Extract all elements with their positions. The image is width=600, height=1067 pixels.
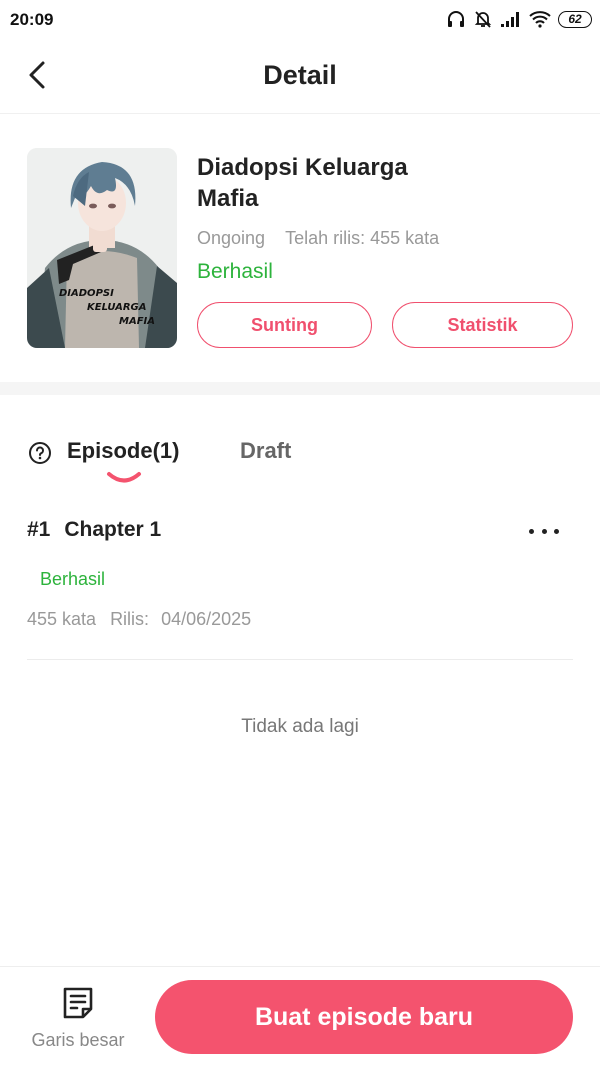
signal-icon [501, 12, 519, 27]
episode-number: #1 [27, 518, 51, 541]
list-end-text: Tidak ada lagi [241, 716, 359, 737]
episode-meta: 455 kata Rilis: 04/06/2025 [27, 609, 251, 630]
status-icons: 62 [446, 9, 592, 29]
outline-button[interactable]: Garis besar [22, 983, 134, 1057]
book-released-count: Telah rilis: 455 kata [285, 228, 440, 248]
episode-tabs: Episode(1) Draft [0, 395, 600, 495]
tab-episode[interactable]: Episode(1) [67, 438, 179, 464]
cover-title-line3: MAFIA [119, 316, 155, 327]
episode-release-label: Rilis: [110, 609, 150, 629]
active-tab-indicator [107, 472, 141, 483]
edit-button[interactable]: Sunting [197, 302, 372, 348]
episode-title: Chapter 1 [64, 518, 162, 541]
outline-label: Garis besar [31, 1030, 125, 1050]
book-card: DIADOPSI KELUARGA MAFIA Diadopsi Keluarg… [0, 114, 600, 382]
book-status: Berhasil [197, 260, 273, 283]
episode-status: Berhasil [40, 569, 106, 589]
episode-heading: #1 Chapter 1 [27, 518, 161, 542]
wifi-icon [529, 11, 551, 28]
cover-illustration: DIADOPSI KELUARGA MAFIA [27, 148, 177, 348]
book-meta: Ongoing Telah rilis: 455 kata [197, 228, 439, 249]
page-title: Detail [263, 60, 337, 90]
book-cover[interactable]: DIADOPSI KELUARGA MAFIA [27, 148, 177, 348]
cover-title-line1: DIADOPSI [59, 288, 114, 299]
more-options-icon[interactable] [529, 521, 559, 541]
episode-release-date: 04/06/2025 [161, 609, 252, 629]
help-icon[interactable] [28, 441, 52, 465]
section-divider [0, 382, 600, 395]
document-outline-icon [63, 987, 93, 1019]
battery-icon: 62 [558, 10, 592, 28]
statistics-button[interactable]: Statistik [392, 302, 573, 348]
app-header: Detail [0, 40, 600, 114]
episode-list-item[interactable]: #1 Chapter 1 Berhasil 455 kata Rilis: 04… [27, 495, 573, 660]
status-bar: 20:09 62 [0, 0, 600, 40]
book-title: Diadopsi Keluarga Mafia [197, 154, 408, 212]
tab-draft[interactable]: Draft [240, 438, 291, 464]
book-progress: Ongoing [197, 228, 266, 248]
bell-off-icon [474, 11, 492, 28]
new-episode-button[interactable]: Buat episode baru [155, 980, 573, 1054]
episode-word-count: 455 kata [27, 609, 97, 629]
cover-title-line2: KELUARGA [87, 302, 146, 313]
status-time: 20:09 [10, 10, 54, 29]
bottom-bar: Garis besar Buat episode baru [0, 966, 600, 1067]
headphones-icon [448, 11, 464, 27]
